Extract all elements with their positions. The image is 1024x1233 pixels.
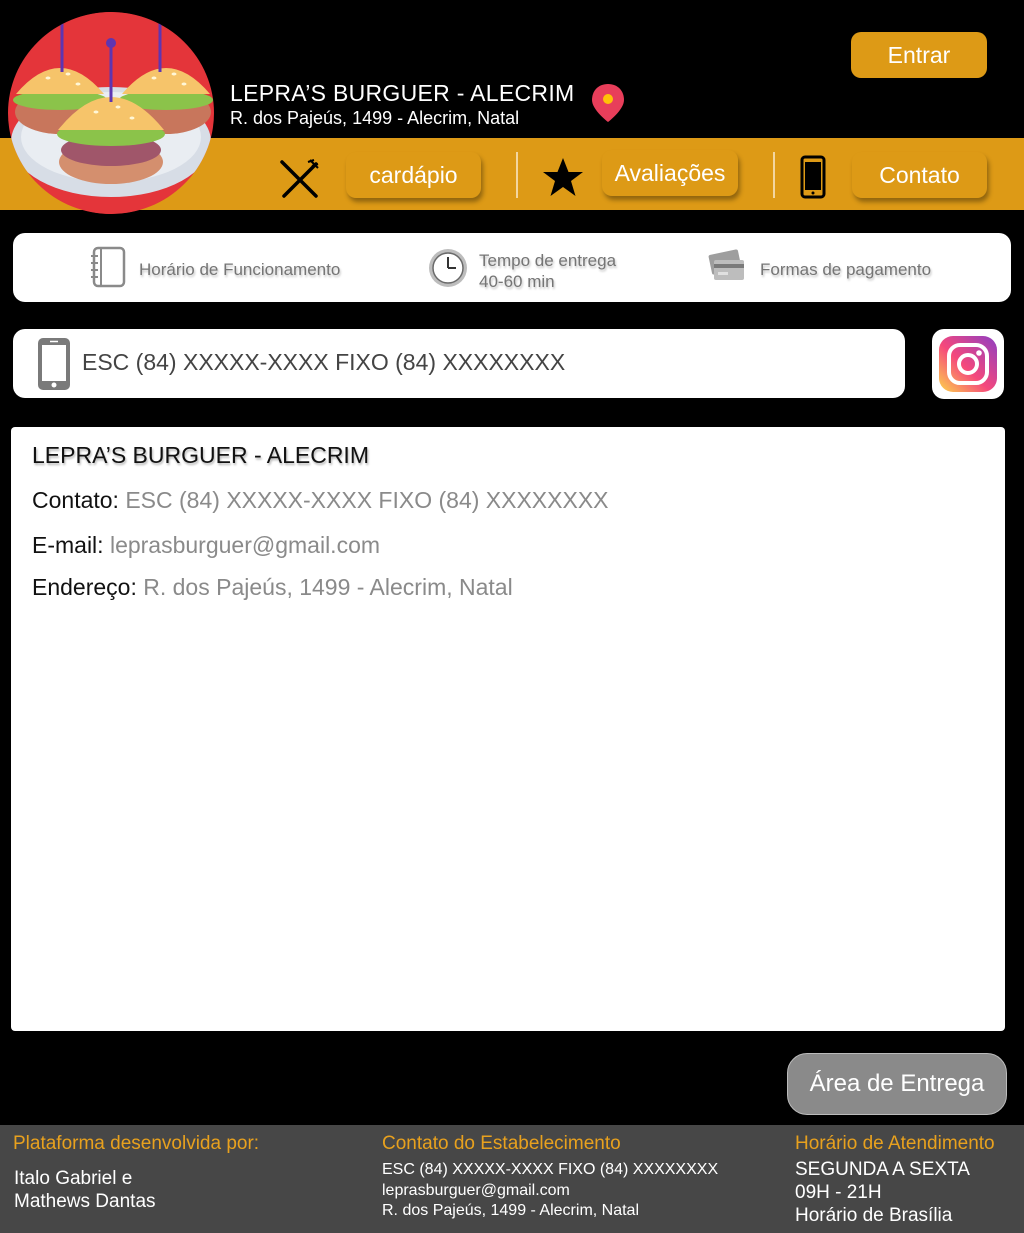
panel-address-key: Endereço: bbox=[32, 574, 137, 600]
footer-contact-phone: ESC (84) XXXXX-XXXX FIXO (84) XXXXXXXX bbox=[382, 1161, 719, 1178]
delivery-area-button[interactable]: Área de Entrega bbox=[787, 1053, 1007, 1115]
panel-contact-value: ESC (84) XXXXX-XXXX FIXO (84) XXXXXXXX bbox=[125, 487, 609, 513]
panel-address-value: R. dos Pajeús, 1499 - Alecrim, Natal bbox=[143, 574, 513, 600]
instagram-button[interactable] bbox=[932, 329, 1004, 399]
panel-address-row: Endereço: R. dos Pajeús, 1499 - Alecrim,… bbox=[32, 574, 513, 601]
burger-logo-icon[interactable] bbox=[8, 12, 214, 214]
map-pin-icon[interactable] bbox=[590, 82, 626, 124]
panel-email-key: E-mail: bbox=[32, 532, 104, 558]
footer-hours-heading: Horário de Atendimento bbox=[795, 1133, 995, 1154]
opening-hours-label: Horário de Funcionamento bbox=[139, 259, 341, 279]
nav-divider bbox=[516, 152, 518, 198]
notebook-icon bbox=[89, 246, 139, 293]
payment-methods[interactable]: Formas de pagamento bbox=[708, 246, 931, 293]
footer-dev-line2: Mathews Dantas bbox=[14, 1191, 156, 1212]
login-button[interactable]: Entrar bbox=[851, 32, 987, 78]
restaurant-name: LEPRA’S BURGUER - ALECRIM bbox=[230, 80, 575, 106]
payment-methods-label: Formas de pagamento bbox=[760, 259, 932, 279]
phone-numbers: ESC (84) XXXXX-XXXX FIXO (84) XXXXXXXX bbox=[82, 349, 566, 375]
contact-button[interactable]: Contato bbox=[852, 152, 987, 198]
contact-panel: LEPRA’S BURGUER - ALECRIM Contato: ESC (… bbox=[11, 427, 1005, 1031]
phone-icon bbox=[800, 155, 826, 204]
menu-button[interactable]: cardápio bbox=[346, 152, 481, 198]
reviews-button[interactable]: Avaliações bbox=[602, 150, 738, 196]
nav-divider bbox=[773, 152, 775, 198]
footer-dev-line1: Italo Gabriel e bbox=[14, 1168, 133, 1189]
restaurant-address: R. dos Pajeús, 1499 - Alecrim, Natal bbox=[230, 108, 520, 128]
footer-contact-address: R. dos Pajeús, 1499 - Alecrim, Natal bbox=[382, 1202, 640, 1219]
instagram-icon bbox=[938, 335, 998, 398]
opening-hours[interactable]: Horário de Funcionamento bbox=[89, 246, 340, 293]
delivery-time-label: Tempo de entrega bbox=[479, 250, 617, 270]
cutlery-icon bbox=[278, 158, 320, 205]
star-icon bbox=[541, 156, 585, 203]
footer-hours-time: 09H - 21H bbox=[795, 1182, 882, 1203]
footer-hours-days: SEGUNDA A SEXTA bbox=[795, 1159, 970, 1180]
panel-email-row: E-mail: leprasburguer@gmail.com bbox=[32, 532, 380, 559]
footer: Plataforma desenvolvida por: Italo Gabri… bbox=[0, 1125, 1024, 1233]
panel-title: LEPRA’S BURGUER - ALECRIM bbox=[32, 442, 369, 468]
panel-contact-key: Contato: bbox=[32, 487, 119, 513]
footer-dev-heading: Plataforma desenvolvida por: bbox=[13, 1133, 260, 1154]
credit-cards-icon bbox=[708, 246, 760, 293]
clock-icon bbox=[427, 247, 479, 294]
footer-hours-timezone: Horário de Brasília bbox=[795, 1205, 953, 1226]
header: LEPRA’S BURGUER - ALECRIM R. dos Pajeús,… bbox=[0, 0, 1024, 214]
panel-contact-row: Contato: ESC (84) XXXXX-XXXX FIXO (84) X… bbox=[32, 487, 609, 514]
footer-contact-heading: Contato do Estabelecimento bbox=[382, 1133, 621, 1154]
delivery-time-value: 40-60 min bbox=[479, 271, 555, 291]
phone-bar: ESC (84) XXXXX-XXXX FIXO (84) XXXXXXXX bbox=[13, 329, 905, 398]
footer-contact-email[interactable]: leprasburguer@gmail.com bbox=[382, 1181, 570, 1201]
panel-email-value[interactable]: leprasburguer@gmail.com bbox=[110, 532, 380, 558]
info-bar: Horário de Funcionamento Tempo de entreg… bbox=[13, 233, 1011, 302]
delivery-time: Tempo de entrega 40-60 min bbox=[427, 247, 616, 294]
phone-icon bbox=[36, 336, 72, 397]
